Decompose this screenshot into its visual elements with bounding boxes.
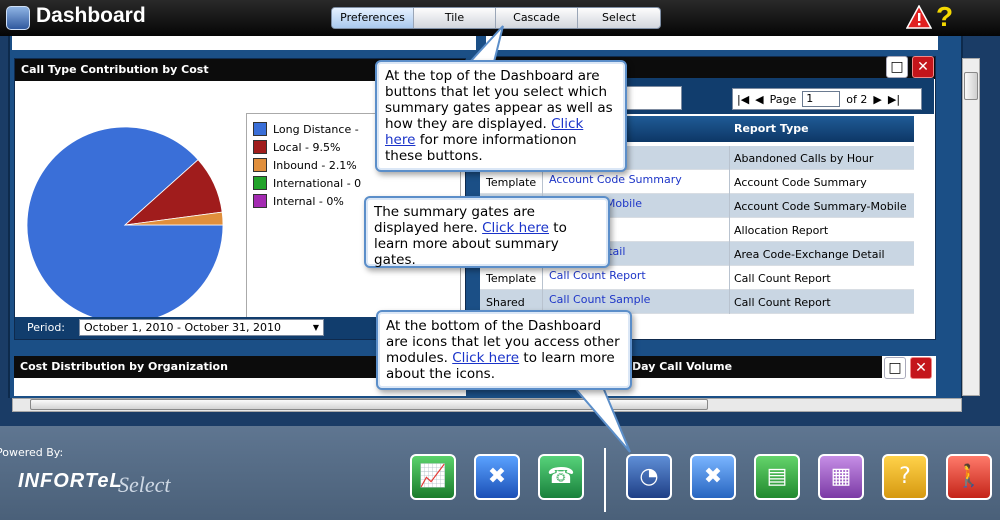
callout-bottom: At the bottom of the Dashboard are icons… [376, 310, 632, 390]
callout-middle: The summary gates are displayed here. Cl… [364, 196, 610, 268]
callout-link[interactable]: Click here [482, 220, 549, 236]
callout-link[interactable]: Click here [452, 350, 519, 366]
callout-top: At the top of the Dashboard are buttons … [375, 60, 627, 172]
